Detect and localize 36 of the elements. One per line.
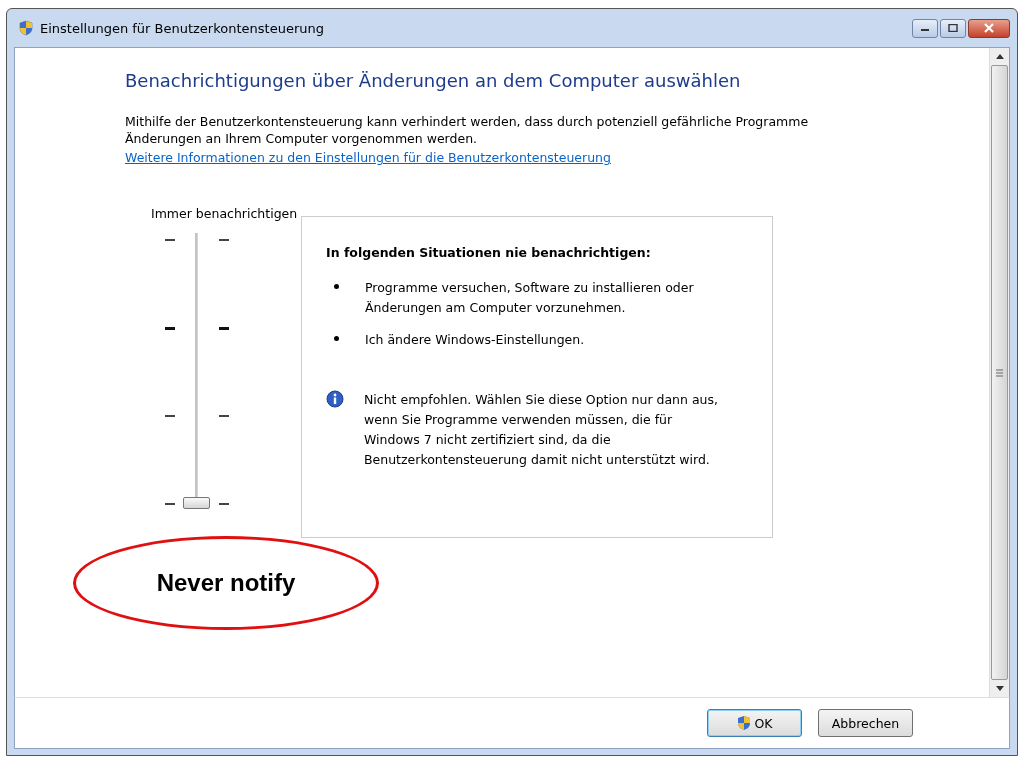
close-icon bbox=[983, 23, 995, 33]
scroll-up-icon[interactable] bbox=[995, 54, 1004, 59]
tick-mark bbox=[165, 239, 175, 241]
tick-mark bbox=[219, 327, 229, 330]
warning-note: Nicht empfohlen. Wählen Sie diese Option nur dann aus, wenn Sie Programme verwenden müssen, die für Windows 7 nicht zertifiziert sind, da die Benutzerkontensteuerung damit nicht unterstützt wird. bbox=[364, 391, 719, 469]
scroll-down-icon[interactable] bbox=[995, 686, 1004, 691]
shield-icon bbox=[736, 715, 753, 731]
tick-mark bbox=[219, 503, 229, 505]
bullet-icon bbox=[334, 336, 339, 341]
maximize-icon bbox=[948, 24, 958, 32]
help-link[interactable]: Weitere Informationen zu den Einstellungen für die Benutzerkontensteuerung bbox=[125, 150, 611, 165]
slider-top-label: Immer benachrichtigen bbox=[151, 206, 299, 221]
shield-icon bbox=[18, 20, 34, 36]
window-title: Einstellungen für Benutzerkontensteuerung bbox=[40, 20, 324, 36]
tick-mark bbox=[165, 503, 175, 505]
tick-mark bbox=[165, 415, 175, 417]
info-icon bbox=[326, 390, 344, 408]
description-text: Mithilfe der Benutzerkontensteuerung kann verhindert werden, dass durch potenziell gefährliche Programme Änderungen an Ihrem Computer vorgenommen werden. bbox=[125, 113, 810, 147]
dialog-button[interactable]: Abbrechen bbox=[818, 709, 913, 737]
tick-mark bbox=[219, 239, 229, 241]
situation-text: Ich ändere Windows-Einstellungen. bbox=[365, 331, 586, 349]
dialog-button[interactable]: OK bbox=[707, 709, 802, 737]
page-heading: Benachrichtigungen über Änderungen an dem Computer auswählen bbox=[125, 70, 742, 91]
slider-thumb[interactable] bbox=[183, 497, 210, 509]
minimize-button[interactable] bbox=[912, 18, 938, 38]
tick-mark bbox=[219, 415, 229, 417]
grip-icon bbox=[996, 368, 1003, 377]
annotation-text: Never notify bbox=[156, 569, 296, 597]
situation-text: Programme versuchen, Software zu installieren oder Änderungen am Computer vorzunehmen. bbox=[365, 279, 695, 317]
bullet-icon bbox=[334, 284, 339, 289]
vertical-scrollbar[interactable] bbox=[989, 48, 1009, 697]
panel-title: In folgenden Situationen nie benachrichtigen: bbox=[326, 245, 652, 260]
maximize-button[interactable] bbox=[940, 18, 966, 38]
close-button[interactable] bbox=[968, 18, 1010, 38]
scrollbar-thumb[interactable] bbox=[991, 65, 1008, 680]
tick-mark bbox=[165, 327, 175, 330]
